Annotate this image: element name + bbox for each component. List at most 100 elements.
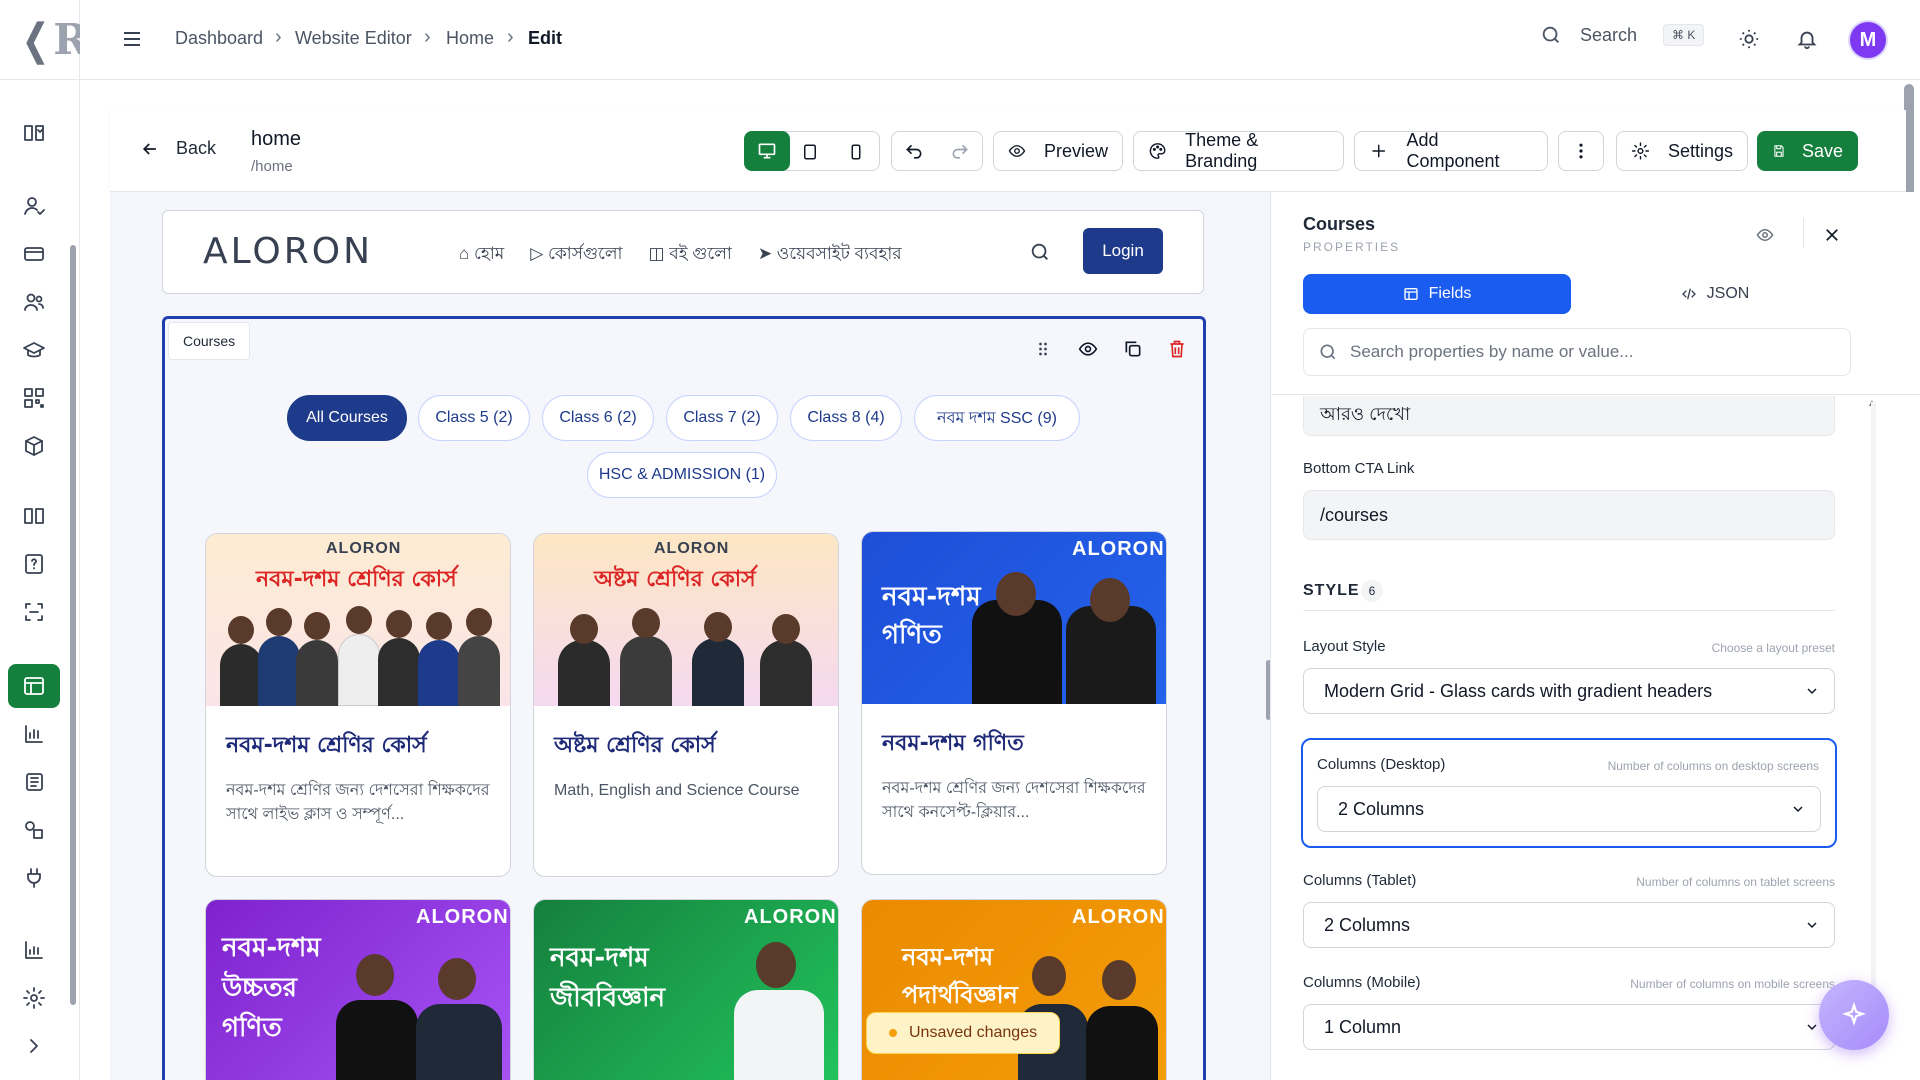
eye-icon — [1008, 145, 1026, 157]
property-search[interactable]: Search properties by name or value... — [1303, 328, 1851, 376]
chevron-right-icon[interactable] — [18, 1030, 50, 1062]
site-search-icon[interactable] — [1029, 241, 1051, 268]
columns-mobile-hint: Number of columns on mobile screens — [1630, 977, 1835, 991]
visibility-icon[interactable] — [1077, 339, 1099, 364]
graduation-cap-icon[interactable] — [18, 334, 50, 366]
ai-assistant-button[interactable] — [1819, 980, 1889, 1050]
courses-section[interactable]: Courses All Courses Class 5 (2) Class 6 … — [162, 316, 1206, 1080]
menu-icon[interactable] — [122, 30, 142, 53]
delete-icon[interactable] — [1167, 339, 1187, 364]
section-tag: Courses — [168, 322, 251, 360]
undo-icon[interactable] — [904, 142, 924, 167]
eye-icon[interactable] — [1755, 226, 1775, 249]
filter-class-7[interactable]: Class 7 (2) — [666, 395, 778, 441]
shapes-icon[interactable] — [18, 814, 50, 846]
chevron-down-icon — [1807, 922, 1817, 929]
nav-home[interactable]: ⌂ হোম — [459, 241, 504, 269]
filter-class-5[interactable]: Class 5 (2) — [418, 395, 530, 441]
site-header-preview[interactable]: ALORON ⌂ হোম ▷ কোর্সগুলো ◫ বই গুলো ➤ ওয়… — [162, 210, 1204, 294]
mobile-icon[interactable] — [847, 142, 865, 167]
preview-button[interactable]: Preview — [993, 131, 1123, 171]
help-file-icon[interactable] — [18, 548, 50, 580]
filter-class-8[interactable]: Class 8 (4) — [790, 395, 902, 441]
settings-button[interactable]: Settings — [1616, 131, 1748, 171]
table-icon — [1403, 288, 1418, 300]
nav-books[interactable]: ◫ বই গুলো — [648, 241, 731, 269]
tablet-icon[interactable] — [801, 142, 819, 167]
shortcut-badge: ⌘ K — [1663, 24, 1705, 46]
newspaper-icon[interactable] — [18, 766, 50, 798]
more-options-button[interactable] — [1558, 131, 1604, 171]
chevron-right-icon: › — [275, 26, 282, 48]
page-path: /home — [251, 158, 293, 175]
qr-code-icon[interactable] — [18, 382, 50, 414]
back-button[interactable]: Back — [140, 138, 216, 159]
search-trigger[interactable]: Search ⌘ K — [1540, 24, 1705, 46]
columns-desktop-hint: Number of columns on desktop screens — [1607, 759, 1819, 773]
cta-link-label: Bottom CTA Link — [1303, 460, 1415, 477]
filter-hsc-admission[interactable]: HSC & ADMISSION (1) — [587, 452, 777, 498]
plug-icon[interactable] — [18, 862, 50, 894]
palette-icon — [1149, 143, 1166, 159]
history-controls — [891, 131, 983, 171]
save-button[interactable]: Save — [1757, 131, 1858, 171]
credit-card-icon[interactable] — [18, 238, 50, 270]
columns-desktop-select[interactable]: 2 Columns — [1317, 786, 1821, 832]
course-card[interactable]: ALORON নবম-দশম উচ্চতর গণিত — [205, 899, 511, 1080]
layout-style-select[interactable]: Modern Grid - Glass cards with gradient … — [1303, 668, 1835, 714]
properties-panel: Courses PROPERTIES Fields JSON Search pr… — [1270, 192, 1920, 1080]
breadcrumb-dashboard[interactable]: Dashboard — [175, 28, 263, 49]
scan-icon[interactable] — [18, 596, 50, 628]
chevron-down-icon — [1807, 688, 1817, 695]
book-check-icon[interactable] — [18, 500, 50, 532]
tab-fields[interactable]: Fields — [1303, 274, 1571, 314]
layout-icon[interactable] — [8, 664, 60, 708]
course-card[interactable]: ALORON নবম-দশম জীববিজ্ঞান — [533, 899, 839, 1080]
user-check-icon[interactable] — [18, 190, 50, 222]
bar-chart-icon[interactable] — [18, 718, 50, 750]
course-card[interactable]: ALORON নবম-দশম শ্রেণির কোর্স নবম-দশম শ্র… — [205, 533, 511, 877]
sun-icon[interactable] — [1738, 28, 1760, 55]
package-icon[interactable] — [18, 430, 50, 462]
sparkle-icon — [1841, 1002, 1867, 1027]
add-component-button[interactable]: Add Component — [1354, 130, 1548, 171]
cta-text-field[interactable]: আরও দেখো — [1303, 396, 1835, 436]
columns-tablet-select[interactable]: 2 Columns — [1303, 902, 1835, 948]
filter-all-courses[interactable]: All Courses — [287, 395, 407, 441]
drag-handle-icon[interactable] — [1033, 339, 1053, 364]
editor-toolbar: Back home /home Preview Theme & Branding… — [110, 110, 1906, 192]
layout-style-label: Layout Style — [1303, 638, 1386, 655]
settings-gear-icon[interactable] — [18, 982, 50, 1014]
breadcrumb-home[interactable]: Home — [446, 28, 494, 49]
unsaved-changes-toast: Unsaved changes — [866, 1012, 1061, 1054]
course-title: নবম-দশম গণিত — [882, 731, 1024, 756]
filter-ssc[interactable]: নবম দশম SSC (9) — [914, 395, 1080, 441]
book-open-icon[interactable] — [18, 117, 50, 149]
desktop-icon[interactable] — [744, 131, 790, 171]
course-card[interactable]: ALORON নবম-দশম গণিত নবম-দশম গণিত নবম-দশম… — [861, 531, 1167, 875]
app-logo[interactable]: ❬R — [18, 18, 88, 62]
close-icon[interactable] — [1823, 226, 1841, 249]
tab-json[interactable]: JSON — [1581, 274, 1849, 314]
redo-icon[interactable] — [950, 142, 970, 167]
site-login-button[interactable]: Login — [1083, 228, 1163, 274]
search-icon — [1320, 344, 1336, 360]
duplicate-icon[interactable] — [1123, 339, 1143, 364]
site-brand-logo: ALORON — [203, 231, 374, 272]
bell-icon[interactable] — [1796, 28, 1818, 55]
filter-class-6[interactable]: Class 6 (2) — [542, 395, 654, 441]
avatar[interactable]: M — [1848, 20, 1888, 60]
course-description: নবম-দশম শ্রেণির জন্য দেশসেরা শিক্ষকদের স… — [882, 780, 1146, 821]
rail-scrollbar[interactable] — [70, 245, 76, 1005]
nav-usage[interactable]: ➤ ওয়েবসাইট ব্যবহার — [758, 241, 902, 269]
nav-courses[interactable]: ▷ কোর্সগুলো — [530, 241, 622, 269]
breadcrumb-website-editor[interactable]: Website Editor — [295, 28, 412, 49]
columns-tablet-label: Columns (Tablet) — [1303, 872, 1417, 889]
course-card[interactable]: ALORON অষ্টম শ্রেণির কোর্স অষ্টম শ্রেণির… — [533, 533, 839, 877]
columns-mobile-select[interactable]: 1 Column — [1303, 1004, 1835, 1050]
cta-link-field[interactable]: /courses — [1303, 490, 1835, 540]
users-icon[interactable] — [18, 286, 50, 318]
gear-icon — [1631, 142, 1650, 160]
theme-branding-button[interactable]: Theme & Branding — [1133, 130, 1344, 171]
analytics-icon[interactable] — [18, 934, 50, 966]
